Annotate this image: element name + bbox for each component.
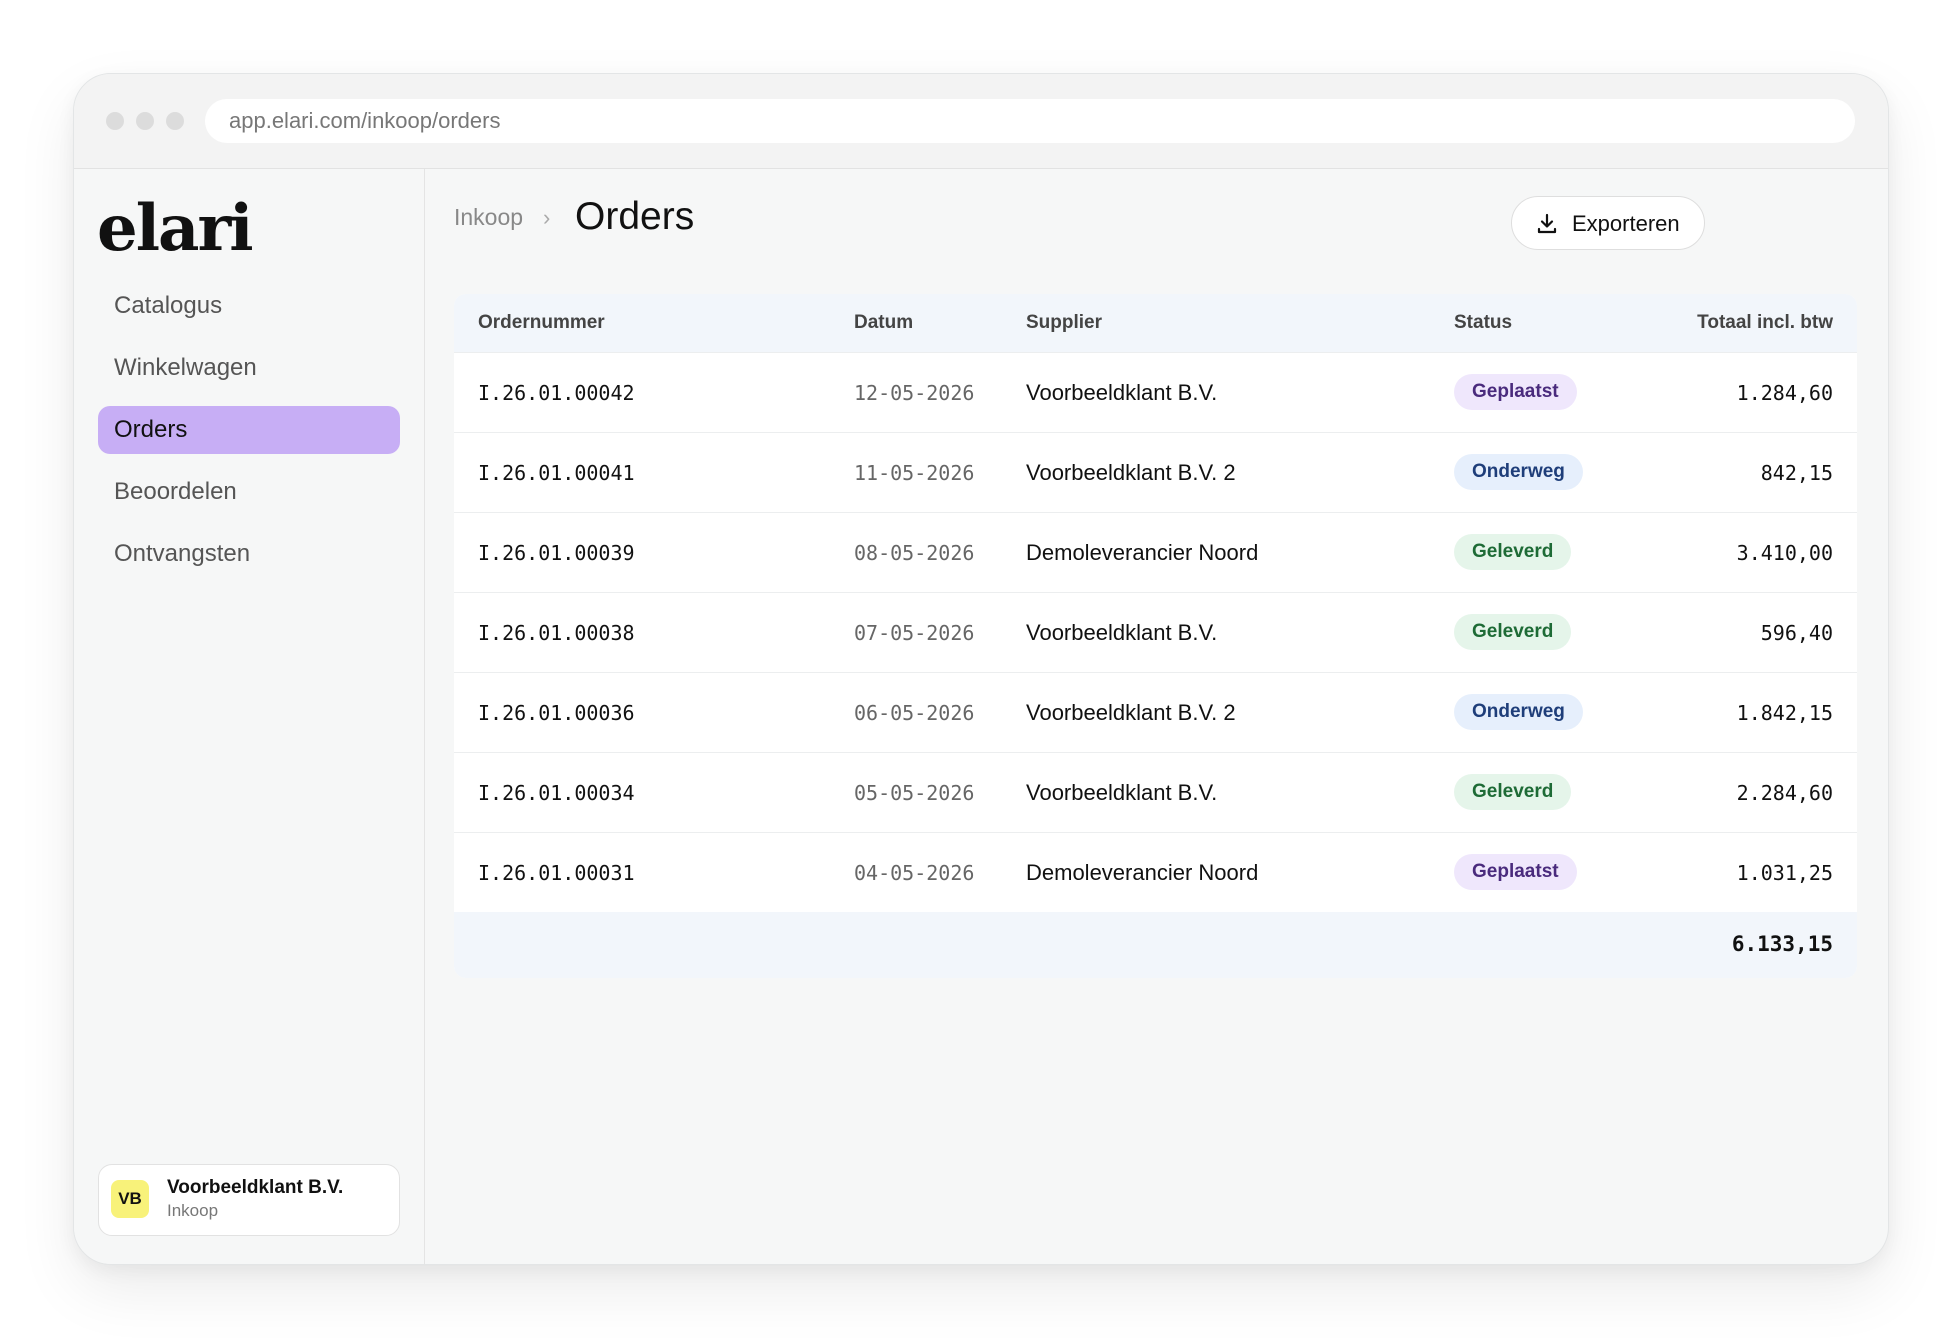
order-number: I.26.01.00034	[478, 781, 635, 805]
breadcrumb-parent[interactable]: Inkoop	[454, 204, 523, 231]
order-total: 842,15	[1760, 461, 1833, 485]
address-bar[interactable]: app.elari.com/inkoop/orders	[205, 99, 1855, 143]
table-header: Ordernummer Datum Supplier Status Totaal…	[454, 294, 1857, 352]
table-row[interactable]: I.26.01.00031 04-05-2026 Demoleverancier…	[454, 832, 1857, 912]
order-date: 07-05-2026	[854, 621, 975, 645]
status-badge: Geplaatst	[1454, 374, 1577, 410]
status-badge: Onderweg	[1454, 454, 1583, 490]
order-number: I.26.01.00031	[478, 861, 635, 885]
order-date: 05-05-2026	[854, 781, 975, 805]
column-header-datum[interactable]: Datum	[854, 312, 913, 334]
order-supplier: Voorbeeldklant B.V. 2	[1026, 700, 1236, 725]
sidebar-item-catalogus[interactable]: Catalogus	[98, 282, 400, 330]
order-total: 1.031,25	[1736, 861, 1833, 885]
order-number: I.26.01.00041	[478, 461, 635, 485]
sidebar-item-beoordelen[interactable]: Beoordelen	[98, 468, 400, 516]
export-label: Exporteren	[1572, 211, 1680, 236]
status-badge: Onderweg	[1454, 694, 1583, 730]
table-row[interactable]: I.26.01.00036 06-05-2026 Voorbeeldklant …	[454, 672, 1857, 752]
account-switcher[interactable]: VB Voorbeeldklant B.V. Inkoop	[98, 1164, 400, 1236]
page-title: Orders	[575, 195, 695, 238]
main-content: Inkoop › Orders Exporteren Ordernummer D…	[425, 169, 1888, 1264]
window-maximize-dot[interactable]	[166, 112, 184, 130]
order-date: 08-05-2026	[854, 541, 975, 565]
order-number: I.26.01.00038	[478, 621, 635, 645]
order-number: I.26.01.00036	[478, 701, 635, 725]
order-supplier: Voorbeeldklant B.V.	[1026, 620, 1218, 645]
status-badge: Geleverd	[1454, 774, 1572, 810]
column-header-ordernummer[interactable]: Ordernummer	[478, 312, 605, 334]
order-number: I.26.01.00042	[478, 381, 635, 405]
table-row[interactable]: I.26.01.00041 11-05-2026 Voorbeeldklant …	[454, 432, 1857, 512]
browser-window: app.elari.com/inkoop/orders elari Catalo…	[73, 73, 1889, 1265]
table-row[interactable]: I.26.01.00042 12-05-2026 Voorbeeldklant …	[454, 352, 1857, 432]
order-date: 11-05-2026	[854, 461, 975, 485]
status-badge: Geleverd	[1454, 614, 1572, 650]
order-supplier: Voorbeeldklant B.V.	[1026, 380, 1218, 405]
column-header-status[interactable]: Status	[1454, 312, 1512, 334]
table-row[interactable]: I.26.01.00038 07-05-2026 Voorbeeldklant …	[454, 592, 1857, 672]
order-total: 1.284,60	[1736, 381, 1833, 405]
order-total: 3.410,00	[1736, 541, 1833, 565]
order-number: I.26.01.00039	[478, 541, 635, 565]
sidebar-nav: Catalogus Winkelwagen Orders Beoordelen …	[98, 282, 400, 592]
order-supplier: Voorbeeldklant B.V.	[1026, 780, 1218, 805]
order-total: 2.284,60	[1736, 781, 1833, 805]
status-badge: Geplaatst	[1454, 854, 1577, 890]
account-role: Inkoop	[167, 1201, 219, 1220]
column-header-totaal[interactable]: Totaal incl. btw	[1697, 312, 1833, 334]
sidebar-item-winkelwagen[interactable]: Winkelwagen	[98, 344, 400, 392]
order-date: 06-05-2026	[854, 701, 975, 725]
order-date: 04-05-2026	[854, 861, 975, 885]
app-logo[interactable]: elari	[97, 191, 254, 266]
avatar: VB	[111, 1180, 149, 1218]
order-total: 596,40	[1760, 621, 1833, 645]
table-row[interactable]: I.26.01.00034 05-05-2026 Voorbeeldklant …	[454, 752, 1857, 832]
column-header-supplier[interactable]: Supplier	[1026, 312, 1102, 334]
sidebar: elari Catalogus Winkelwagen Orders Beoor…	[74, 169, 425, 1264]
status-badge: Geleverd	[1454, 534, 1572, 570]
export-button[interactable]: Exporteren	[1511, 196, 1705, 250]
orders-table: Ordernummer Datum Supplier Status Totaal…	[454, 294, 1857, 978]
sidebar-item-ontvangsten[interactable]: Ontvangsten	[98, 530, 400, 578]
table-row[interactable]: I.26.01.00039 08-05-2026 Demoleverancier…	[454, 512, 1857, 592]
grand-total: 6.133,15	[1731, 932, 1833, 956]
breadcrumb-separator: ›	[543, 205, 551, 230]
order-supplier: Voorbeeldklant B.V. 2	[1026, 460, 1236, 485]
order-date: 12-05-2026	[854, 381, 975, 405]
order-supplier: Demoleverancier Noord	[1026, 860, 1259, 885]
window-minimize-dot[interactable]	[136, 112, 154, 130]
sidebar-item-orders[interactable]: Orders	[98, 406, 400, 454]
window-close-dot[interactable]	[106, 112, 124, 130]
account-name: Voorbeeldklant B.V.	[167, 1177, 344, 1198]
order-total: 1.842,15	[1736, 701, 1833, 725]
table-footer: 6.133,15	[454, 912, 1857, 978]
order-supplier: Demoleverancier Noord	[1026, 540, 1259, 565]
browser-chrome: app.elari.com/inkoop/orders	[74, 74, 1888, 169]
download-icon	[1537, 213, 1557, 234]
